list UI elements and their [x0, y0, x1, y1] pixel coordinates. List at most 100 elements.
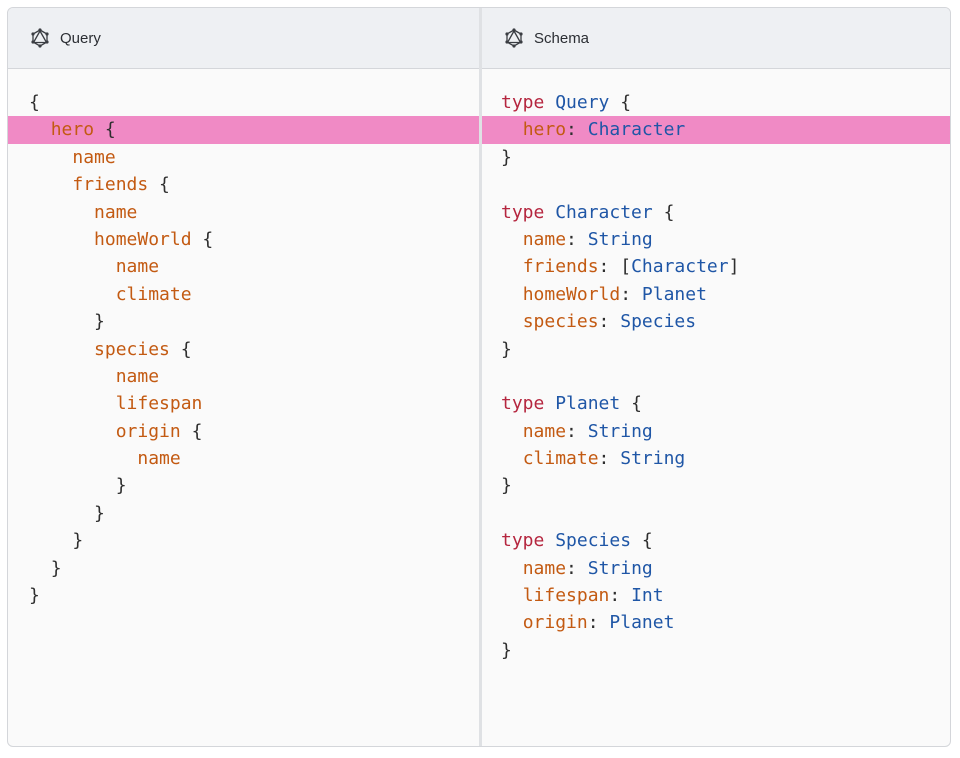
schema-line — [482, 363, 950, 390]
schema-field: origin — [522, 612, 588, 634]
schema-line: } — [482, 336, 950, 363]
query-panel-header: Query — [8, 8, 480, 69]
schema-type-name: Character — [555, 201, 653, 223]
schema-field: hero — [522, 119, 567, 141]
schema-punctuation: } — [501, 338, 512, 360]
schema-line: name: String — [482, 418, 950, 445]
schema-field-type: Species — [620, 311, 697, 333]
schema-viewer: type Query { hero: Character} type Charac… — [482, 89, 950, 664]
query-punctuation: } — [72, 530, 84, 552]
schema-line-highlighted: hero: Character — [482, 116, 950, 144]
query-field: climate — [115, 283, 192, 305]
query-field: name — [94, 201, 138, 223]
query-line: species { — [8, 336, 480, 363]
schema-keyword: type — [501, 393, 545, 415]
schema-line: lifespan: Int — [482, 582, 950, 609]
query-field: origin — [115, 420, 181, 442]
query-field: homeWorld — [94, 228, 192, 250]
query-field: hero — [50, 119, 95, 141]
graphql-explorer: Query { hero { name friends { name homeW… — [7, 7, 951, 747]
schema-line — [482, 500, 950, 527]
query-line: friends { — [8, 171, 480, 198]
query-line: } — [8, 308, 480, 335]
schema-line: climate: String — [482, 445, 950, 472]
schema-line: friends: [Character] — [482, 253, 950, 280]
graphql-icon — [504, 28, 524, 48]
query-line: homeWorld { — [8, 226, 480, 253]
query-line: name — [8, 445, 480, 472]
schema-field: species — [522, 311, 599, 333]
query-panel-title: Query — [60, 29, 101, 47]
schema-field-type: Character — [587, 119, 686, 141]
query-line: lifespan — [8, 390, 480, 417]
query-line-highlighted: hero { — [8, 116, 480, 144]
query-line: } — [8, 472, 480, 499]
query-line: name — [8, 144, 480, 171]
query-punctuation: { — [94, 119, 116, 141]
schema-line: origin: Planet — [482, 609, 950, 636]
schema-panel-title: Schema — [534, 29, 590, 47]
query-line: origin { — [8, 418, 480, 445]
schema-field: lifespan — [522, 585, 610, 607]
schema-separator: : — [566, 228, 588, 250]
schema-type-name: Planet — [555, 393, 621, 415]
schema-line — [482, 171, 950, 198]
schema-punctuation: { — [620, 393, 642, 415]
schema-field: name — [522, 228, 567, 250]
schema-field-type: String — [587, 228, 653, 250]
query-line: name — [8, 253, 480, 280]
query-punctuation: } — [50, 557, 62, 579]
schema-line: type Species { — [482, 527, 950, 554]
query-line: name — [8, 363, 480, 390]
query-punctuation: } — [94, 502, 105, 524]
schema-field-type: Planet — [641, 283, 707, 305]
query-punctuation: { — [29, 92, 40, 113]
schema-punctuation: { — [609, 92, 632, 113]
schema-line: species: Species — [482, 308, 950, 335]
schema-separator: : — [566, 557, 588, 579]
graphql-icon — [30, 28, 50, 48]
schema-separator: : — [598, 256, 621, 278]
schema-punctuation: { — [652, 201, 675, 223]
schema-separator: : — [587, 612, 610, 634]
query-line: name — [8, 199, 480, 226]
schema-type-name: Species — [555, 530, 632, 552]
schema-line: type Planet { — [482, 390, 950, 417]
schema-keyword: type — [501, 92, 545, 113]
schema-separator: : — [620, 283, 642, 305]
query-editor[interactable]: { hero { name friends { name homeWorld {… — [8, 89, 480, 609]
schema-keyword: type — [501, 201, 545, 223]
query-line: } — [8, 582, 480, 609]
schema-bracket: [ — [620, 256, 632, 278]
schema-panel: Schema type Query { hero: Character} type… — [482, 8, 950, 746]
schema-panel-header: Schema — [482, 8, 950, 69]
schema-field: name — [522, 420, 567, 442]
query-punctuation: } — [29, 585, 40, 607]
schema-line: } — [482, 472, 950, 499]
query-panel: Query { hero { name friends { name homeW… — [8, 8, 480, 746]
schema-field-type: String — [587, 420, 653, 442]
schema-line: } — [482, 637, 950, 664]
query-field: species — [94, 338, 170, 360]
query-punctuation: { — [191, 228, 214, 250]
schema-line: type Character { — [482, 199, 950, 226]
query-line: { — [8, 89, 480, 116]
schema-field-type: Int — [631, 585, 664, 607]
schema-line: } — [482, 144, 950, 171]
schema-line: homeWorld: Planet — [482, 281, 950, 308]
schema-separator: : — [566, 420, 588, 442]
query-line: climate — [8, 281, 480, 308]
schema-type-name: Query — [555, 92, 610, 113]
query-line: } — [8, 527, 480, 554]
query-punctuation: } — [94, 311, 105, 333]
schema-field-type: String — [620, 448, 686, 470]
query-line: } — [8, 500, 480, 527]
schema-punctuation: { — [631, 530, 653, 552]
schema-line: name: String — [482, 555, 950, 582]
query-field: name — [72, 146, 116, 168]
schema-punctuation: } — [501, 146, 512, 168]
schema-separator: : — [609, 585, 632, 607]
schema-punctuation: } — [501, 639, 512, 661]
query-field: name — [115, 365, 160, 387]
query-field: name — [115, 256, 160, 278]
